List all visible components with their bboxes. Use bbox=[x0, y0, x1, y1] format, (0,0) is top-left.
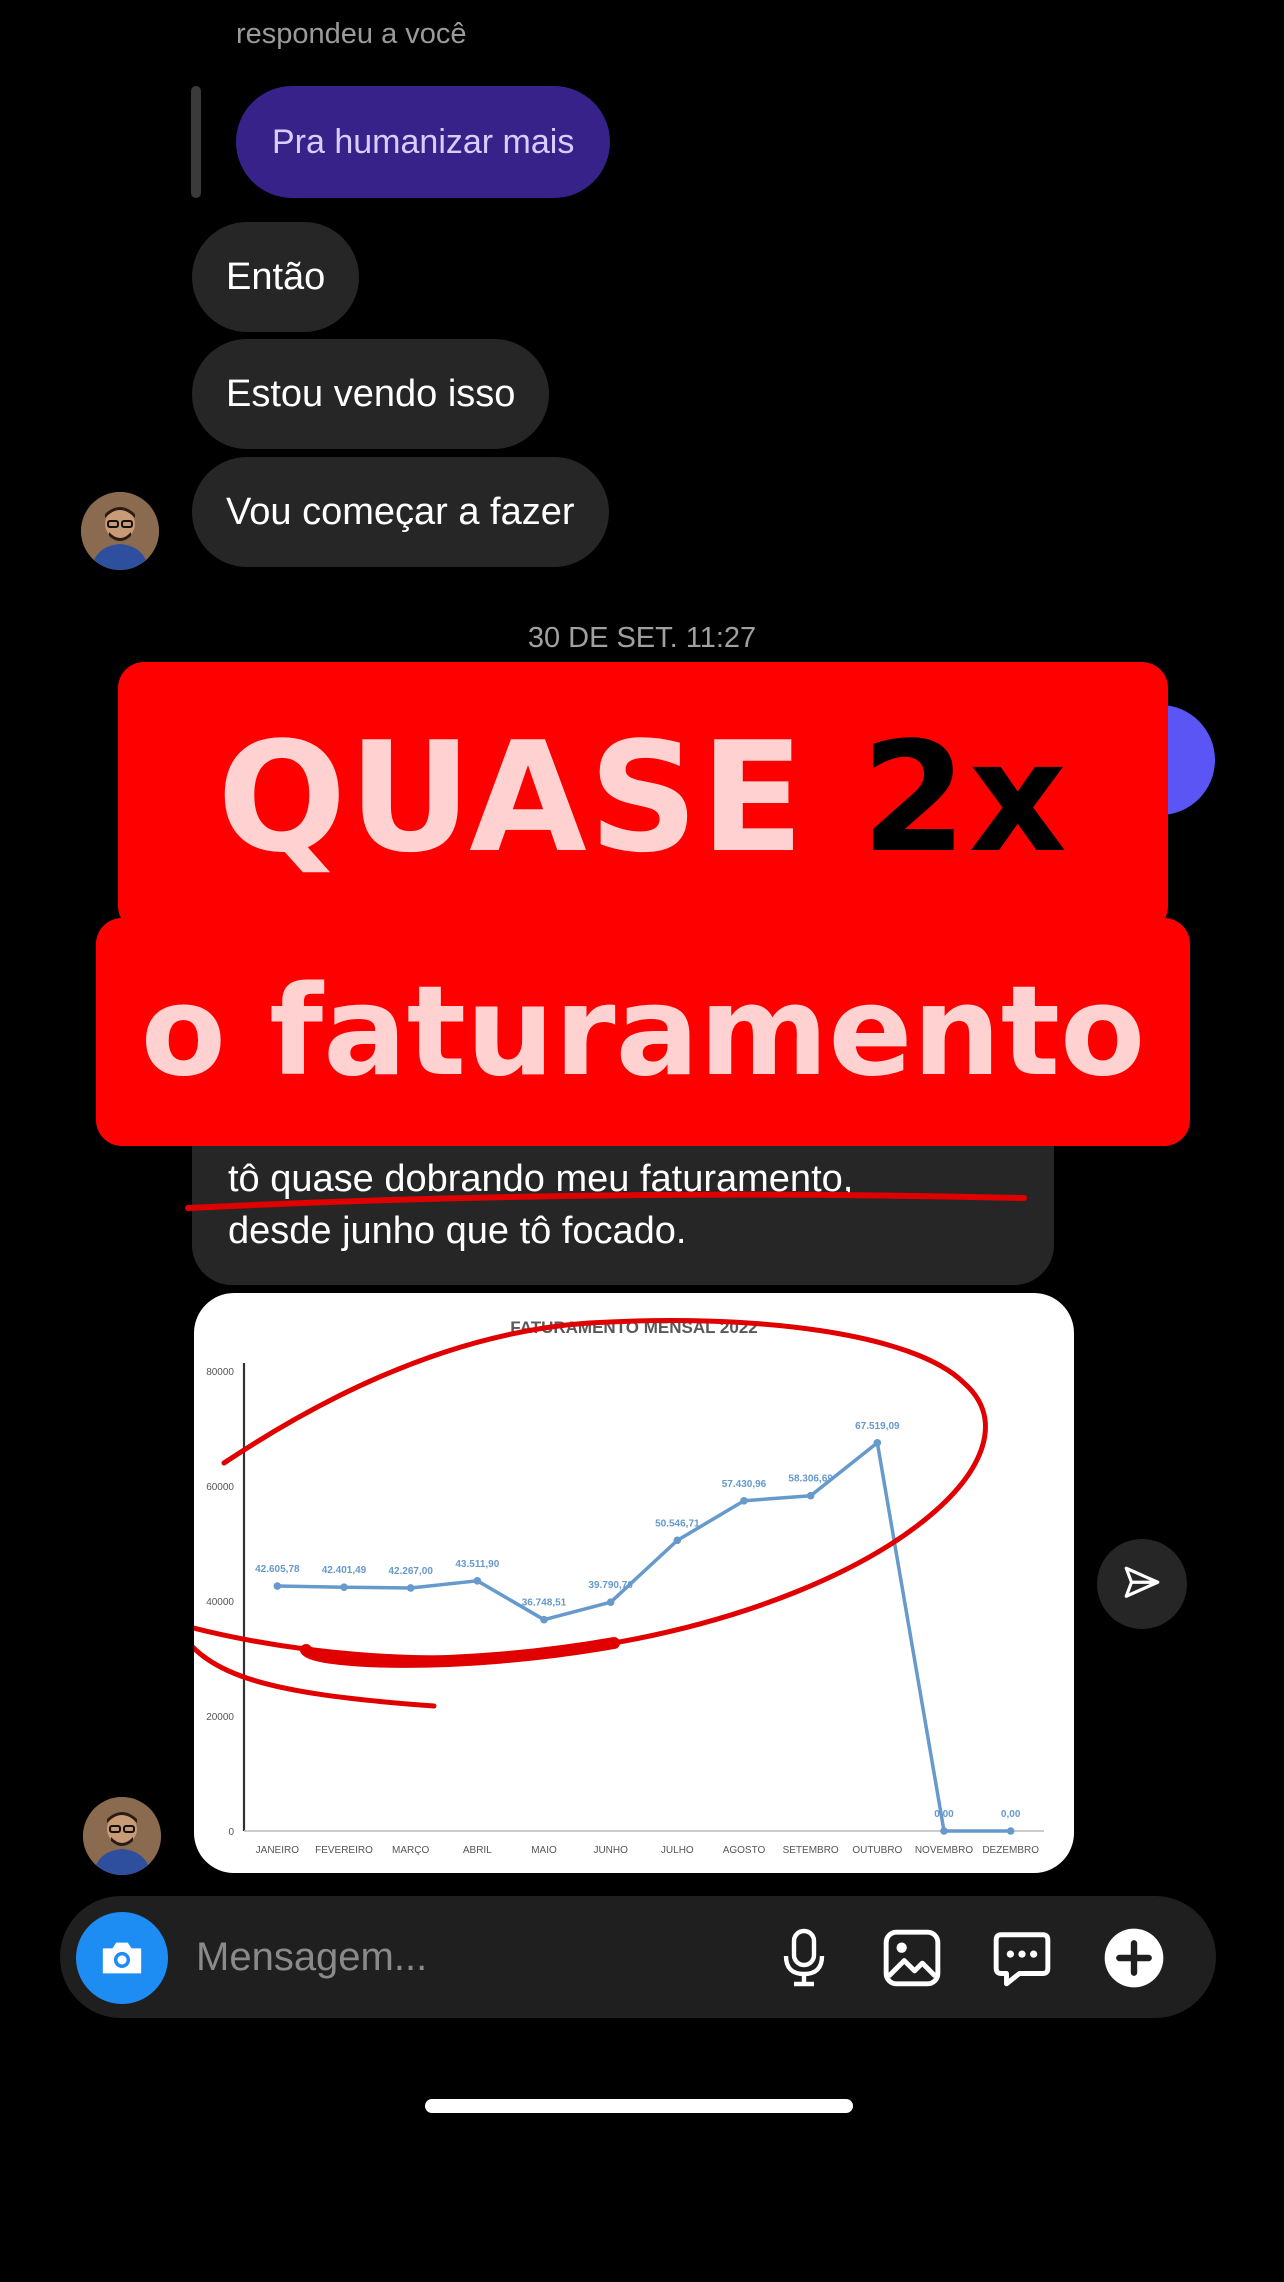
x-tick-label: FEVEREIRO bbox=[315, 1845, 373, 1856]
gallery-icon bbox=[883, 1929, 941, 1987]
replied-message-text: Pra humanizar mais bbox=[272, 122, 575, 161]
gallery-button[interactable] bbox=[874, 1920, 950, 1996]
plus-icon bbox=[1104, 1928, 1164, 1988]
sticker-icon bbox=[993, 1932, 1051, 1987]
revenue-chart: FATURAMENTO MENSAL 2022 0200004000060000… bbox=[194, 1318, 1044, 1856]
avatar[interactable] bbox=[83, 1797, 161, 1875]
x-tick-label: OUTUBRO bbox=[852, 1845, 902, 1856]
x-tick-label: JUNHO bbox=[593, 1845, 628, 1856]
bottom-panel bbox=[36, 2018, 1240, 2138]
avatar[interactable] bbox=[81, 492, 159, 570]
data-label: 67.519,09 bbox=[855, 1421, 900, 1432]
data-point bbox=[940, 1827, 948, 1835]
x-tick-label: ABRIL bbox=[463, 1845, 492, 1856]
data-point bbox=[873, 1438, 882, 1447]
message-input[interactable] bbox=[196, 1926, 756, 1988]
data-point bbox=[473, 1577, 482, 1585]
data-point bbox=[606, 1598, 615, 1607]
message-text: Então bbox=[226, 255, 326, 298]
data-point bbox=[740, 1496, 748, 1505]
chart-image-message[interactable]: FATURAMENTO MENSAL 2022 0 20000 40000 60000… bbox=[194, 1293, 1074, 1873]
data-label: 43.511,90 bbox=[455, 1559, 499, 1570]
message-text-line: desde junho que tô focado. bbox=[228, 1210, 687, 1252]
circle-annotation bbox=[194, 1318, 988, 1709]
home-indicator[interactable] bbox=[425, 2099, 853, 2113]
annotation-stroke bbox=[221, 1320, 592, 1466]
message-text-line: tô quase dobrando meu faturamento, bbox=[228, 1158, 854, 1200]
data-label: 42.267,00 bbox=[388, 1566, 433, 1577]
data-point bbox=[273, 1582, 282, 1590]
x-tick-label: MAIO bbox=[531, 1845, 557, 1856]
data-label: 58.306,69 bbox=[788, 1474, 833, 1485]
sticker-button[interactable] bbox=[984, 1920, 1060, 1996]
camera-icon bbox=[102, 1942, 142, 1974]
y-tick-label: 20000 bbox=[206, 1712, 234, 1723]
data-point bbox=[540, 1615, 548, 1624]
x-tick-label: AGOSTO bbox=[723, 1845, 766, 1856]
microphone-icon bbox=[783, 1928, 825, 1987]
data-label: 42.605,78 bbox=[255, 1564, 300, 1575]
data-point bbox=[1006, 1827, 1015, 1835]
data-label: 0,00 bbox=[1001, 1809, 1021, 1820]
overlay-text: o faturamento bbox=[140, 960, 1146, 1104]
x-tick-label: NOVEMBRO bbox=[915, 1845, 974, 1856]
reply-context-label: respondeu a você bbox=[236, 18, 467, 50]
camera-button[interactable] bbox=[76, 1912, 168, 2004]
overlay-caption-bottom: o faturamento bbox=[96, 918, 1190, 1146]
y-tick-label: 0 bbox=[228, 1827, 234, 1838]
message-timestamp: 30 DE SET. 11:27 bbox=[527, 622, 757, 654]
x-tick-label: SETEMBRO bbox=[783, 1845, 839, 1856]
overlay-text: QUASE 2x bbox=[217, 709, 1069, 886]
replied-message-bubble[interactable]: Pra humanizar mais bbox=[236, 86, 611, 198]
data-point bbox=[406, 1584, 415, 1592]
chart-marks: 42.605,78 42.401,49 42.267,00 43.511,90 36.7… bbox=[255, 1421, 1021, 1835]
data-label: 39.790,70 bbox=[588, 1580, 633, 1591]
data-label: 42.401,49 bbox=[322, 1565, 367, 1576]
y-tick-label: 40000 bbox=[206, 1597, 234, 1608]
data-label: 0,00 bbox=[934, 1809, 954, 1820]
y-tick-label: 80000 bbox=[206, 1367, 234, 1378]
data-point bbox=[673, 1536, 682, 1545]
more-button[interactable] bbox=[1096, 1920, 1172, 1996]
message-text: Vou começar a fazer bbox=[226, 490, 575, 533]
y-tick-label: 60000 bbox=[206, 1482, 234, 1493]
x-tick-label: DEZEMBRO bbox=[982, 1845, 1039, 1856]
message-composer bbox=[60, 1896, 1216, 2018]
message-text: Estou vendo isso bbox=[226, 372, 516, 415]
message-bubble[interactable]: Então bbox=[192, 222, 360, 332]
chart-axes: 0 20000 40000 60000 80000 JANEIRO FEVEREIRO MAR… bbox=[206, 1363, 1044, 1856]
x-tick-label: JANEIRO bbox=[256, 1845, 300, 1856]
share-icon bbox=[1124, 1566, 1160, 1598]
overlay-word-quase: QUASE bbox=[217, 708, 807, 886]
overlay-word-2x: 2x bbox=[861, 708, 1069, 886]
message-bubble[interactable]: Vou começar a fazer bbox=[192, 457, 609, 567]
data-point bbox=[806, 1491, 815, 1500]
message-bubble[interactable]: Estou vendo isso bbox=[192, 339, 550, 449]
data-label: 50.546,71 bbox=[655, 1518, 700, 1529]
data-point bbox=[340, 1583, 348, 1591]
reply-quote-bar bbox=[191, 86, 201, 198]
overlay-caption-top: QUASE 2x bbox=[118, 662, 1168, 932]
x-tick-label: JULHO bbox=[661, 1845, 694, 1856]
microphone-button[interactable] bbox=[766, 1920, 842, 1996]
x-tick-label: MARÇO bbox=[392, 1845, 429, 1856]
share-button[interactable] bbox=[1097, 1539, 1187, 1629]
data-label: 36.748,51 bbox=[522, 1598, 567, 1609]
data-label: 57.430,96 bbox=[722, 1479, 767, 1490]
